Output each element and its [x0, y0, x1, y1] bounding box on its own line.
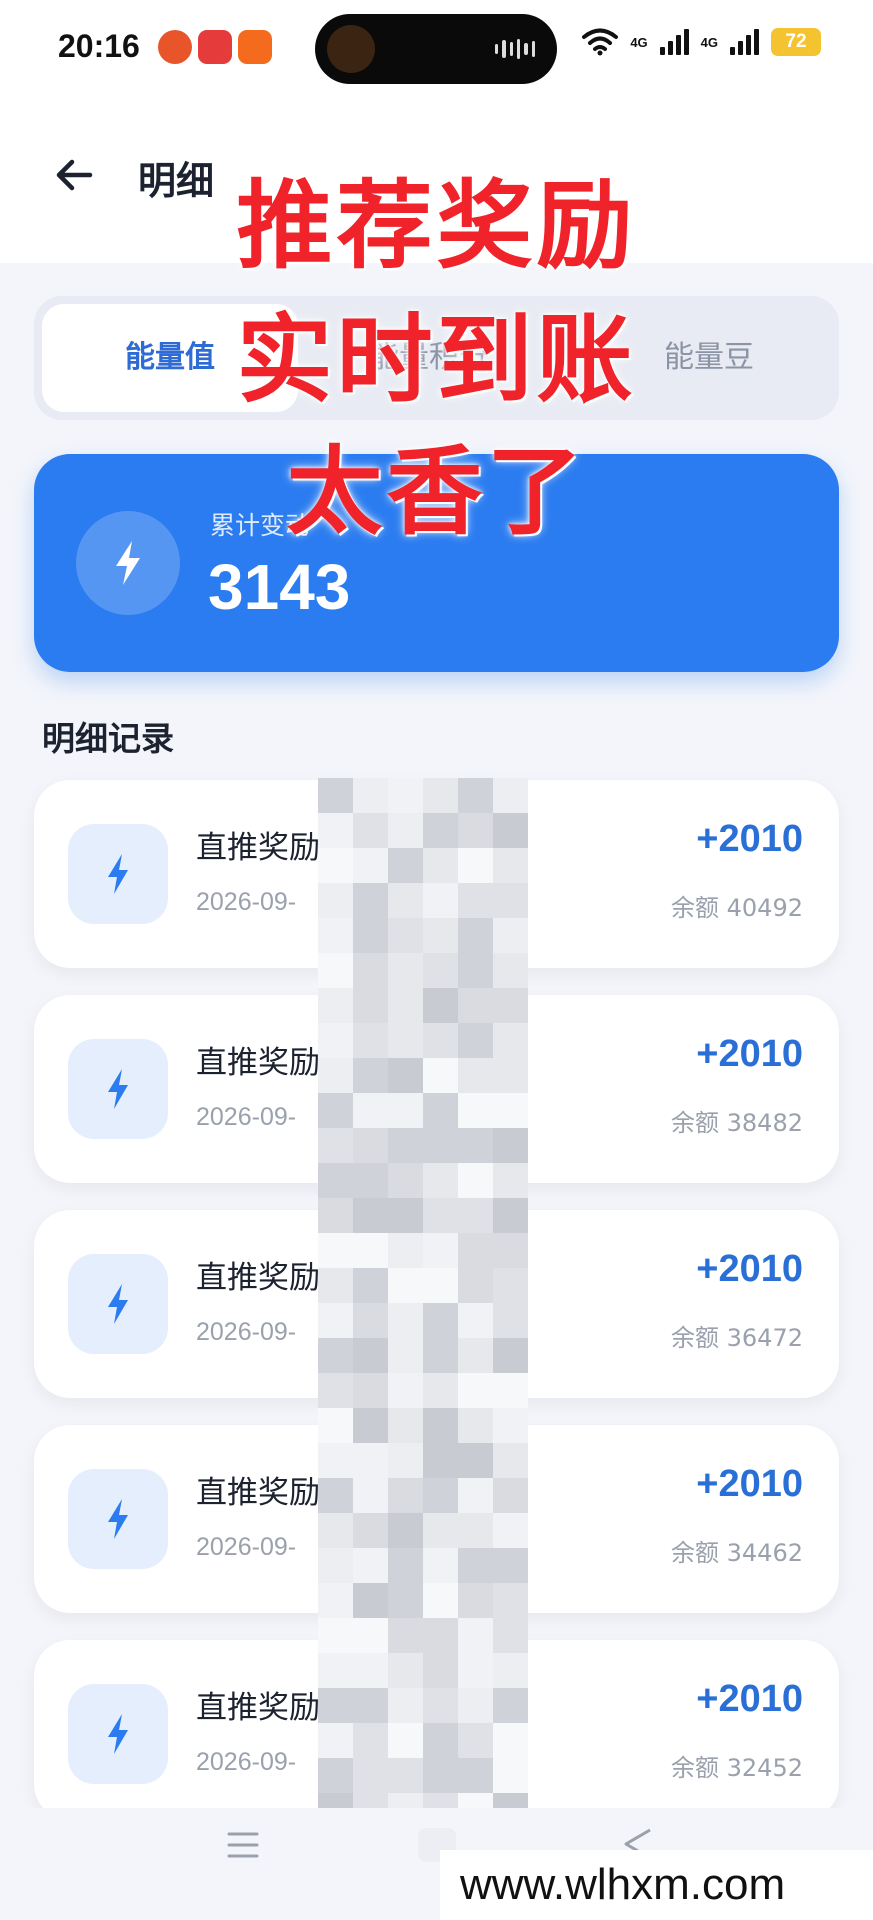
lightning-icon: [108, 854, 128, 894]
record-title: 直推奖励: [196, 830, 320, 866]
status-time: 20:16: [58, 28, 140, 64]
record-date: 2026-09-: [196, 1748, 297, 1776]
record-title: 直推奖励: [196, 1475, 320, 1511]
now-playing-thumbnail: [327, 25, 375, 73]
record-amount: +2010: [696, 1033, 803, 1075]
record-amount: +2010: [696, 818, 803, 860]
caption-line: 推荐奖励: [236, 170, 637, 282]
cell-signal-icon: [659, 29, 689, 55]
record-amount: +2010: [696, 1248, 803, 1290]
record-title: 直推奖励: [196, 1045, 320, 1081]
record-date: 2026-09-: [196, 888, 297, 916]
menu-icon[interactable]: [226, 1830, 260, 1860]
record-date: 2026-09-: [196, 1103, 297, 1131]
record-icon-badge: [68, 824, 168, 924]
record-icon-badge: [68, 1469, 168, 1569]
app-notification-icon: [198, 30, 232, 64]
record-icon-badge: [68, 1254, 168, 1354]
record-title: 直推奖励: [196, 1690, 320, 1726]
dynamic-island[interactable]: [315, 14, 557, 84]
app-notification-icon: [238, 30, 272, 64]
caption-line: 实时到账: [236, 304, 637, 416]
record-icon-badge: [68, 1039, 168, 1139]
record-balance: 余额 40492: [671, 894, 803, 922]
signal-label: 4G: [700, 34, 718, 50]
record-balance: 余额 34462: [671, 1539, 803, 1567]
battery-icon: 72: [771, 28, 821, 56]
lightning-icon: [108, 1284, 128, 1324]
record-date: 2026-09-: [196, 1533, 297, 1561]
record-amount: +2010: [696, 1678, 803, 1720]
record-date: 2026-09-: [196, 1318, 297, 1346]
record-balance: 余额 36472: [671, 1324, 803, 1352]
lightning-icon: [108, 1069, 128, 1109]
signal-label: 4G: [630, 34, 648, 50]
app-notification-icon: [158, 30, 192, 64]
record-balance: 余额 38482: [671, 1109, 803, 1137]
wifi-icon: [582, 28, 619, 56]
lightning-icon: [108, 1714, 128, 1754]
record-amount: +2010: [696, 1463, 803, 1505]
status-bar: 20:16 4G 4G 72: [0, 0, 873, 95]
audio-wave-icon: [495, 39, 535, 59]
redaction-mosaic: [318, 778, 528, 1853]
record-title: 直推奖励: [196, 1260, 320, 1296]
caption-line: 太香了: [286, 436, 587, 548]
lightning-icon: [108, 1499, 128, 1539]
record-balance: 余额 32452: [671, 1754, 803, 1782]
status-indicators: 4G 4G 72: [582, 28, 821, 56]
section-title: 明细记录: [42, 719, 174, 758]
record-icon-badge: [68, 1684, 168, 1784]
cell-signal-icon: [730, 29, 759, 55]
summary-value: 3143: [208, 551, 351, 623]
watermark: www.wlhxm.com: [440, 1850, 873, 1920]
